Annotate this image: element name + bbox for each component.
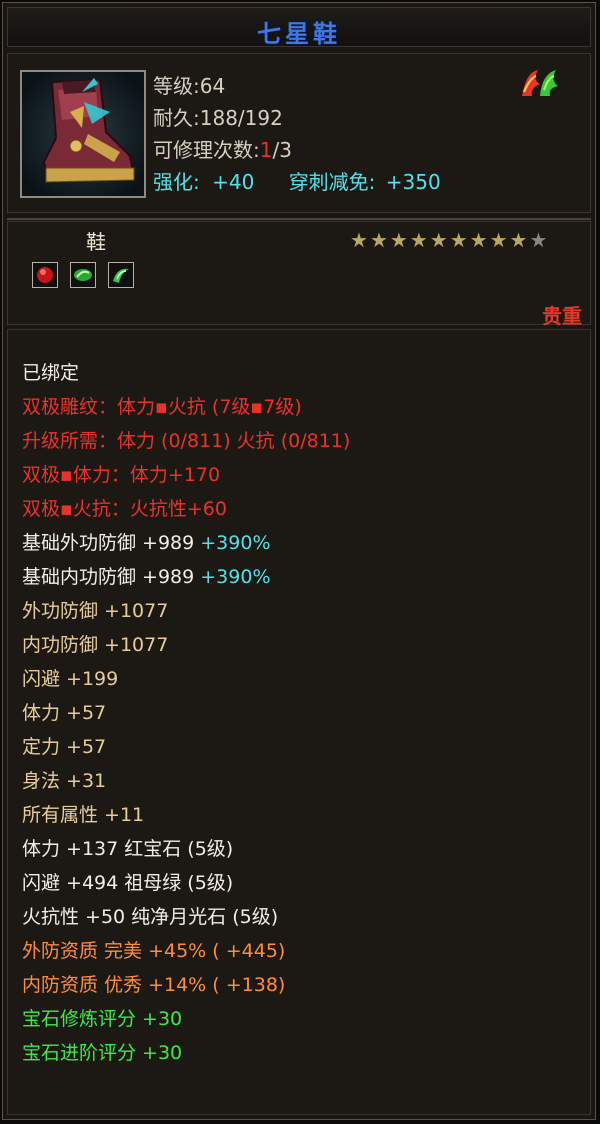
bound-status: 已绑定 [22, 362, 80, 384]
base-external-defense: 基础外功防御 +989 +390% [22, 528, 271, 555]
dual-fire-resist: 双极▪火抗：火抗性+60 [22, 498, 227, 520]
rarity-label: 贵重 [542, 304, 582, 328]
enhance-value: +40 [212, 170, 255, 194]
durability-value: 188/192 [199, 106, 283, 130]
stats-panel: 已绑定 双极雕纹：体力▪火抗 (7级▪7级) 升级所需：体力 (0/811) 火… [7, 329, 591, 1115]
durability-label: 耐久: [153, 106, 200, 130]
focus: 定力 +57 [22, 736, 107, 758]
vitality: 体力 +57 [22, 702, 107, 724]
pierce-label: 穿刺减免: [288, 170, 376, 194]
gem-refine-score: 宝石修炼评分 +30 [22, 1008, 183, 1030]
star-icon: ★ [369, 228, 390, 252]
base-internal-defense: 基础内功防御 +989 +390% [22, 562, 271, 589]
dual-vitality: 双极▪体力：体力+170 [22, 464, 221, 486]
repair-total: /3 [272, 138, 292, 162]
level-line: 等级:64 [153, 70, 225, 99]
item-tooltip: 七星鞋 等级:64 耐久:188/192 可修理次数:1/3 强化: +40 穿… [2, 2, 596, 1120]
star-icon: ★ [449, 228, 470, 252]
star-icon: ★ [350, 228, 370, 252]
enhance-line: 强化: +40 穿刺减免: +350 [153, 166, 441, 195]
item-type: 鞋 [86, 230, 106, 254]
repair-label: 可修理次数: [153, 138, 260, 162]
base-external-defense-value: 基础外功防御 +989 [22, 532, 201, 554]
dual-pattern: 双极雕纹：体力▪火抗 (7级▪7级) [22, 396, 302, 418]
star-icon: ★ [409, 228, 430, 252]
star-empty-icon: ★ [529, 228, 550, 252]
base-internal-defense-value: 基础内功防御 +989 [22, 566, 201, 588]
gem-vitality: 体力 +137 红宝石 (5级) [22, 838, 234, 860]
base-external-defense-pct: +390% [200, 532, 271, 554]
external-quality: 外防资质 完美 +45% ( +445) [22, 940, 286, 962]
agility: 身法 +31 [22, 770, 107, 792]
star-icon: ★ [489, 228, 510, 252]
item-type-panel: 鞋 ★★★★★★★★★★ 贵重 [7, 221, 591, 328]
emerald-gem-icon[interactable] [70, 262, 96, 288]
title-bar: 七星鞋 [7, 7, 591, 48]
star-icon: ★ [509, 228, 530, 252]
star-icon: ★ [429, 228, 450, 252]
item-header-panel: 等级:64 耐久:188/192 可修理次数:1/3 强化: +40 穿刺减免:… [7, 53, 591, 213]
internal-defense: 内功防御 +1077 [22, 634, 169, 656]
external-defense: 外功防御 +1077 [22, 600, 169, 622]
repair-line: 可修理次数:1/3 [153, 134, 292, 163]
level-value: 64 [199, 74, 226, 98]
gem-fire-resist: 火抗性 +50 纯净月光石 (5级) [22, 906, 279, 928]
enhance-label: 强化: [153, 170, 200, 194]
base-internal-defense-pct: +390% [200, 566, 271, 588]
dragon-badge-icon [520, 66, 560, 100]
ruby-gem-icon[interactable] [32, 262, 58, 288]
section-divider [7, 218, 591, 220]
star-icon: ★ [389, 228, 410, 252]
boot-icon[interactable] [20, 70, 146, 198]
level-label: 等级: [153, 74, 200, 98]
moonstone-gem-icon[interactable] [108, 262, 134, 288]
repair-used: 1 [259, 138, 273, 162]
star-icon: ★ [469, 228, 490, 252]
item-name: 七星鞋 [257, 20, 341, 48]
gem-dodge: 闪避 +494 祖母绿 (5级) [22, 872, 234, 894]
durability-line: 耐久:188/192 [153, 102, 283, 131]
star-rating: ★★★★★★★★★★ [350, 228, 549, 252]
internal-quality: 内防资质 优秀 +14% ( +138) [22, 974, 286, 996]
dodge: 闪避 +199 [22, 668, 119, 690]
pierce-value: +350 [385, 170, 441, 194]
all-attributes: 所有属性 +11 [22, 804, 145, 826]
gem-advance-score: 宝石进阶评分 +30 [22, 1042, 183, 1064]
upgrade-requirement: 升级所需：体力 (0/811) 火抗 (0/811) [22, 430, 351, 452]
